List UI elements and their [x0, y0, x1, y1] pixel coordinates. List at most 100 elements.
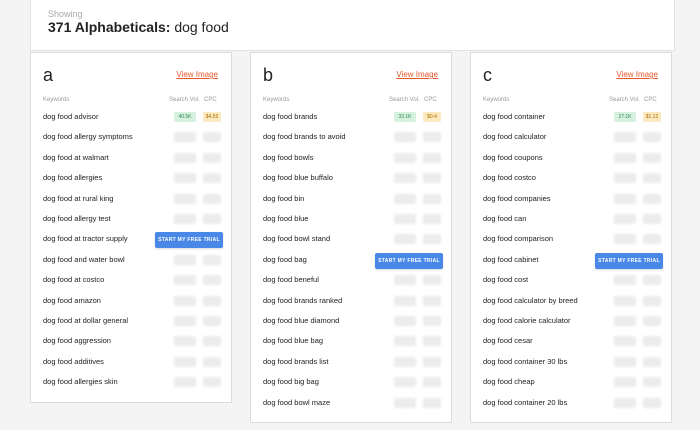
cpc-blurred — [423, 132, 441, 143]
cpc-blurred — [423, 336, 441, 347]
keyword-text[interactable]: dog food bowl stand — [263, 234, 330, 243]
keyword-text[interactable]: dog food at tractor supply — [43, 234, 128, 243]
keyword-text[interactable]: dog food container — [483, 112, 545, 121]
keyword-text[interactable]: dog food brands to avoid — [263, 132, 346, 141]
keyword-row: dog food brands to avoid — [263, 128, 441, 148]
view-image-link[interactable]: View Image — [396, 70, 438, 79]
keyword-text[interactable]: dog food calorie calculator — [483, 316, 571, 325]
cpc-blurred — [423, 173, 441, 184]
card-letter: c — [483, 65, 492, 85]
keyword-text[interactable]: dog food cost — [483, 275, 528, 284]
search-volume-blurred — [394, 336, 416, 347]
keyword-text[interactable]: dog food container 20 lbs — [483, 398, 567, 407]
keyword-text[interactable]: dog food blue — [263, 214, 308, 223]
keyword-text[interactable]: dog food companies — [483, 194, 551, 203]
column-header-keywords: Keywords — [263, 97, 290, 103]
keyword-text[interactable]: dog food cabinet — [483, 255, 538, 264]
keyword-text[interactable]: dog food brands list — [263, 357, 328, 366]
keyword-text[interactable]: dog food aggression — [43, 336, 111, 345]
search-volume-badge: 40.5K — [174, 112, 196, 122]
keyword-text[interactable]: dog food at rural king — [43, 194, 113, 203]
keyword-text[interactable]: dog food at dollar general — [43, 316, 128, 325]
keyword-text[interactable]: dog food cheap — [483, 377, 535, 386]
keyword-text[interactable]: dog food at costco — [43, 275, 104, 284]
view-image-link[interactable]: View Image — [176, 70, 218, 79]
keyword-text[interactable]: dog food advisor — [43, 112, 98, 121]
cpc-blurred — [203, 173, 221, 184]
keyword-text[interactable]: dog food allergies skin — [43, 377, 118, 386]
keyword-text[interactable]: dog food bin — [263, 194, 304, 203]
cpc-blurred — [643, 234, 661, 245]
keyword-text[interactable]: dog food additives — [43, 357, 104, 366]
cpc-badge: $1.12 — [643, 112, 661, 122]
keyword-text[interactable]: dog food allergy symptoms — [43, 132, 133, 141]
cpc-blurred — [203, 275, 221, 286]
keyword-text[interactable]: dog food bowls — [263, 153, 313, 162]
column-header-cpc: CPC — [424, 97, 437, 103]
keyword-text[interactable]: dog food calculator — [483, 132, 546, 141]
view-image-link[interactable]: View Image — [616, 70, 658, 79]
cpc-blurred — [203, 356, 221, 367]
cpc-blurred — [423, 377, 441, 388]
keyword-text[interactable]: dog food bowl maze — [263, 398, 330, 407]
keyword-row: dog food blue buffalo — [263, 169, 441, 189]
keyword-row: dog food container 20 lbs — [483, 394, 661, 414]
keyword-text[interactable]: dog food blue bag — [263, 336, 323, 345]
keyword-text[interactable]: dog food big bag — [263, 377, 319, 386]
keyword-text[interactable]: dog food allergies — [43, 173, 102, 182]
column-header-search-volume: Search Vol. — [389, 97, 420, 103]
keyword-row: dog food big bag — [263, 373, 441, 393]
keyword-text[interactable]: dog food at walmart — [43, 153, 109, 162]
keyword-text[interactable]: dog food comparison — [483, 234, 553, 243]
search-volume-blurred — [614, 377, 636, 388]
keyword-text[interactable]: dog food coupons — [483, 153, 543, 162]
search-volume-blurred — [174, 173, 196, 184]
keyword-card-b: b View Image Keywords Search Vol. CPC do… — [250, 52, 452, 423]
cpc-blurred — [423, 295, 441, 306]
keyword-text[interactable]: dog food calculator by breed — [483, 296, 578, 305]
keyword-row: dog food allergy symptoms — [43, 128, 221, 148]
cpc-blurred — [203, 132, 221, 143]
keyword-text[interactable]: dog food bag — [263, 255, 307, 264]
search-volume-blurred — [174, 193, 196, 204]
keyword-text[interactable]: dog food can — [483, 214, 526, 223]
search-volume-blurred — [394, 295, 416, 306]
start-free-trial-button[interactable]: START MY FREE TRIAL — [155, 232, 223, 249]
column-header-search-volume: Search Vol. — [609, 97, 640, 103]
keyword-row: dog food bin — [263, 190, 441, 210]
keyword-card-a: a View Image Keywords Search Vol. CPC do… — [30, 52, 232, 403]
start-free-trial-button[interactable]: START MY FREE TRIAL — [595, 252, 663, 269]
cpc-blurred — [643, 295, 661, 306]
keyword-text[interactable]: dog food costco — [483, 173, 536, 182]
cpc-blurred — [423, 214, 441, 224]
keyword-row: dog food at walmart — [43, 149, 221, 169]
keyword-row: dog food and water bowl — [43, 251, 221, 271]
results-header: Showing 371 Alphabeticals: dog food — [30, 0, 675, 51]
results-query: dog food — [174, 19, 229, 35]
cpc-blurred — [203, 377, 221, 388]
column-header-cpc: CPC — [644, 97, 657, 103]
keyword-text[interactable]: dog food beneful — [263, 275, 319, 284]
keyword-row: dog food container 27.1K $1.12 — [483, 108, 661, 128]
search-volume-blurred — [174, 336, 196, 347]
keyword-text[interactable]: dog food cesar — [483, 336, 533, 345]
keyword-text[interactable]: dog food allergy test — [43, 214, 111, 223]
keyword-text[interactable]: dog food blue buffalo — [263, 173, 333, 182]
search-volume-blurred — [614, 336, 636, 347]
keyword-row: dog food beneful — [263, 271, 441, 291]
search-volume-badge: 33.1K — [394, 112, 416, 122]
keyword-text[interactable]: dog food amazon — [43, 296, 101, 305]
keyword-text[interactable]: dog food brands ranked — [263, 296, 342, 305]
cpc-blurred — [643, 214, 661, 224]
start-free-trial-button[interactable]: START MY FREE TRIAL — [375, 252, 443, 269]
column-header-keywords: Keywords — [483, 97, 510, 103]
keyword-row: dog food cheap — [483, 373, 661, 393]
cpc-blurred — [643, 316, 661, 326]
keyword-row: dog food allergy test — [43, 210, 221, 230]
keyword-text[interactable]: dog food container 30 lbs — [483, 357, 567, 366]
keyword-text[interactable]: dog food blue diamond — [263, 316, 339, 325]
search-volume-blurred — [614, 275, 636, 286]
keyword-text[interactable]: dog food brands — [263, 112, 317, 121]
search-volume-blurred — [394, 214, 416, 224]
keyword-text[interactable]: dog food and water bowl — [43, 255, 125, 264]
